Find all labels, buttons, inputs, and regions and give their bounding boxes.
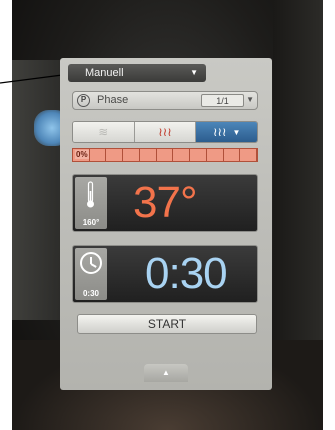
progress-segment — [106, 149, 124, 161]
thermometer-icon — [87, 181, 94, 208]
chevron-down-icon: ▼ — [246, 95, 254, 104]
progress-segment — [156, 149, 174, 161]
progress-segment — [123, 149, 140, 161]
progress-segment — [139, 149, 157, 161]
progress-bar: 0% — [72, 148, 258, 162]
progress-segment — [190, 149, 207, 161]
progress-percent: 0% — [75, 150, 89, 159]
progress-segment — [173, 149, 191, 161]
chevron-down-icon: ▼ — [190, 68, 198, 77]
expand-panel-tab[interactable]: ▲ — [144, 364, 188, 382]
phase-icon: P — [77, 94, 90, 107]
heat-waves-red-icon: ≀≀≀ — [158, 125, 172, 139]
temperature-setpoint: 160° — [82, 218, 100, 227]
progress-segment — [89, 149, 107, 161]
start-button[interactable]: START — [77, 314, 257, 334]
mode-combi-button[interactable]: ≀≀≀ — [134, 122, 197, 142]
progress-segment — [223, 149, 241, 161]
phase-count: 1/1 — [201, 94, 244, 107]
program-selector[interactable]: Manuell ▼ — [68, 64, 206, 82]
timer-value: 0:30 — [145, 249, 228, 298]
phase-selector[interactable]: P Phase 1/1 ▼ — [72, 91, 258, 110]
progress-segment — [206, 149, 224, 161]
heat-waves-icon: ≀≀≀ — [212, 125, 227, 139]
temperature-setpoint-box: 160° — [75, 177, 107, 229]
cooking-mode-selector: ≋ ≀≀≀ ≀≀≀ ▼ — [72, 121, 258, 143]
mode-hot-air-button[interactable]: ≀≀≀ ▼ — [196, 122, 257, 142]
chevron-up-icon: ▲ — [162, 368, 170, 377]
progress-segment — [240, 149, 258, 161]
temperature-value: 37° — [133, 178, 198, 227]
mode-steam-button[interactable]: ≋ — [73, 122, 135, 142]
temperature-panel[interactable]: 160° 37° — [72, 174, 258, 232]
clock-icon — [80, 252, 102, 274]
timer-setpoint: 0:30 — [82, 289, 99, 298]
program-label: Manuell — [85, 67, 124, 79]
oven-control-screen: Manuell ▼ P Phase 1/1 ▼ ≋ ≀≀≀ ≀≀≀ ▼ 0% 1… — [60, 58, 272, 390]
steam-icon: ≋ — [98, 125, 109, 139]
timer-panel[interactable]: 0:30 0:30 — [72, 245, 258, 303]
timer-setpoint-box: 0:30 — [75, 248, 107, 300]
chevron-down-icon: ▼ — [232, 127, 241, 137]
phase-label: Phase — [97, 94, 129, 106]
